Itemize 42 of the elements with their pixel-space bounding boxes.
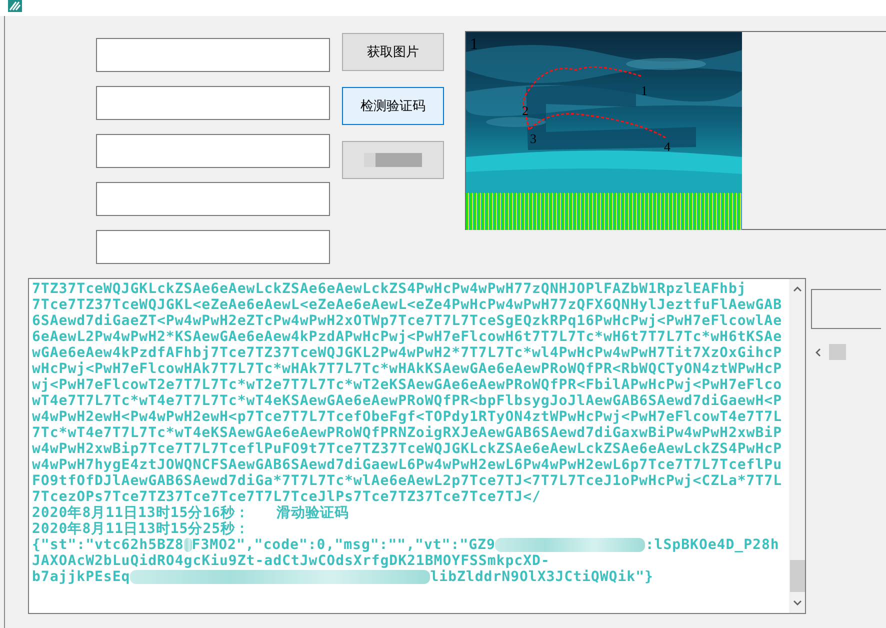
point-label: 2 (522, 104, 528, 117)
log-text: wHcPwj<PwH7eFlcowHAk7T7L7Tc*wHAk7T7L7Tc*wHAkKSAewGAe6eAewPRoWQfPR<RbWQCTyON4ztWPwHcP (32, 361, 782, 377)
log-text: wj<PwH7eFlcowT2e7T7L7Tc*wT2e7T7L7Tc*wT2eKSAewGAe6eAewPRoWQfPR<FbilAPwHcPwj<PwH7eFlco (32, 377, 782, 393)
scrollbar[interactable] (789, 279, 805, 613)
log-text: 7Tce7TZ37TceWQJGKL<eZeAe6eAewL<eZeAe6eAewL<eZe4PwHcPw4wPwH77zQFX6QNHylJeztfuFlAewGAB (32, 297, 782, 313)
log-text: :lSpBKOe4D_P28h (645, 537, 780, 553)
input-field[interactable] (96, 230, 330, 264)
scroll-thumb[interactable] (790, 560, 804, 592)
input-field[interactable] (96, 38, 330, 72)
scroll-thumb[interactable] (829, 344, 846, 360)
log-text: libZlddrN9OlX3JCtiQWQik"} (430, 569, 654, 585)
point-label: 1 (641, 84, 648, 97)
log-text: 7TZ37TceWQJGKLckZSAe6eAewLckZSAe6eAewLckZS4PwHcPw4wPwH77zQNHJOPlFAZbW1RpzlEAFhbj (32, 281, 746, 297)
log-text: w4wPwH2ewH<Pw4wPwH2ewH<p7Tce7T7L7TcefObeFgf<TOPdy1RTyON4ztWPwHcPwj<PwH7eFlcowT4e7T7L (32, 409, 782, 425)
log-text: 2020年8月11日13时15分25秒： (32, 521, 250, 537)
redaction-blur (184, 538, 192, 552)
point-label: 4 (664, 140, 670, 153)
log-text: 7TcezOPs7Tce7TZ37Tce7Tce7T7L7TceJlPs7Tce7TZ37Tce7Tce7TJ</ (32, 489, 541, 505)
log-text: b7ajjkPEsEq (32, 569, 130, 585)
log-text: w4wPwH2xwBip7Tce7T7L7TceflPuFO9t7Tce7TZ37TceWQJGKLckZSAe6eAewLckZSAe6eAewLckZS4PwHcP (32, 441, 782, 457)
log-text: 7Tc*wT4e7T7L7Tc*wT4eKSAewGAe6eAewPRoWQfPRNZoigRXJeAewGAB6SAewd7diGaxwBiPw4wPwH2xwBiP (32, 425, 782, 441)
input-field[interactable] (96, 182, 330, 216)
log-text: wGAe6eAew4kPzdfAFhbj7Tce7TZ37TceWQJGKL2Pw4wPwH2*7T7L7Tc*wl4PwHcPw4wPwH7Tit7XzOxGihcP (32, 345, 782, 361)
log-text: 2020年8月11日13时15分16秒： 滑动验证码 (32, 505, 349, 521)
scroll-left-icon[interactable] (814, 348, 823, 356)
action-button[interactable]: 获取图片 (342, 33, 444, 71)
point-label: 3 (530, 132, 536, 145)
log-text: {"st":"vtc62h5BZ8 (32, 537, 184, 553)
log-text: w4wPwH7hygE4ztJOWQNCFSAewGAB6SAewd7diGaewL6Pw4wPwH2ewL6Pw4wPwH2ewL6p7Tce7T7L7TceflPu (32, 457, 782, 473)
log-text: wT4e7T7L7Tc*wT4e7T7L7Tc*wT4eKSAewGAe6eAewPRoWQfPR<bpFlbsygJoJlAewGAB6SAewd7diGaewH<P (32, 393, 782, 409)
log-text: F3MO2","code":0,"msg":"","vt":"GZ9 (192, 537, 496, 553)
log-text: 6SAewd7diGaeZT<Pw4wPwH2eZTcPw4wPwH2xOTWp7Tce7T7L7TceSgEQzkRPq16PwHcPwj<PwH7eFlcowlAe (32, 313, 782, 329)
log-text: JAXOAcW2bLuQidRO4gcKiu9Zt-adCtJwCOdsXrfgDK21BMOYFSSmkpcXD- (32, 553, 550, 569)
log-text: 6eAewL2Pw4wPwH2*KSAewGAe6eAew4kPzdAPwHcPwj<PwH7eFlcowH6t7T7L7Tc*wH6t7T7L7Tc*wH6tKSAe (32, 329, 782, 345)
point-label: 1 (470, 37, 478, 53)
log-text: FO9tfOfDJlAewGAB6SAewd7diGa*7T7L7Tc*wlAe6eAewL2p7Tce7TJ<7T7L7TceJ1oPwHcPwj<CZLa*7T7L (32, 473, 782, 489)
side-panel (811, 289, 881, 329)
scroll-down-icon[interactable] (792, 598, 802, 607)
input-field[interactable] (96, 134, 330, 168)
action-button[interactable]: 检测验证码 (342, 87, 444, 125)
scroll-up-icon[interactable] (792, 285, 802, 294)
input-field[interactable] (96, 86, 330, 120)
